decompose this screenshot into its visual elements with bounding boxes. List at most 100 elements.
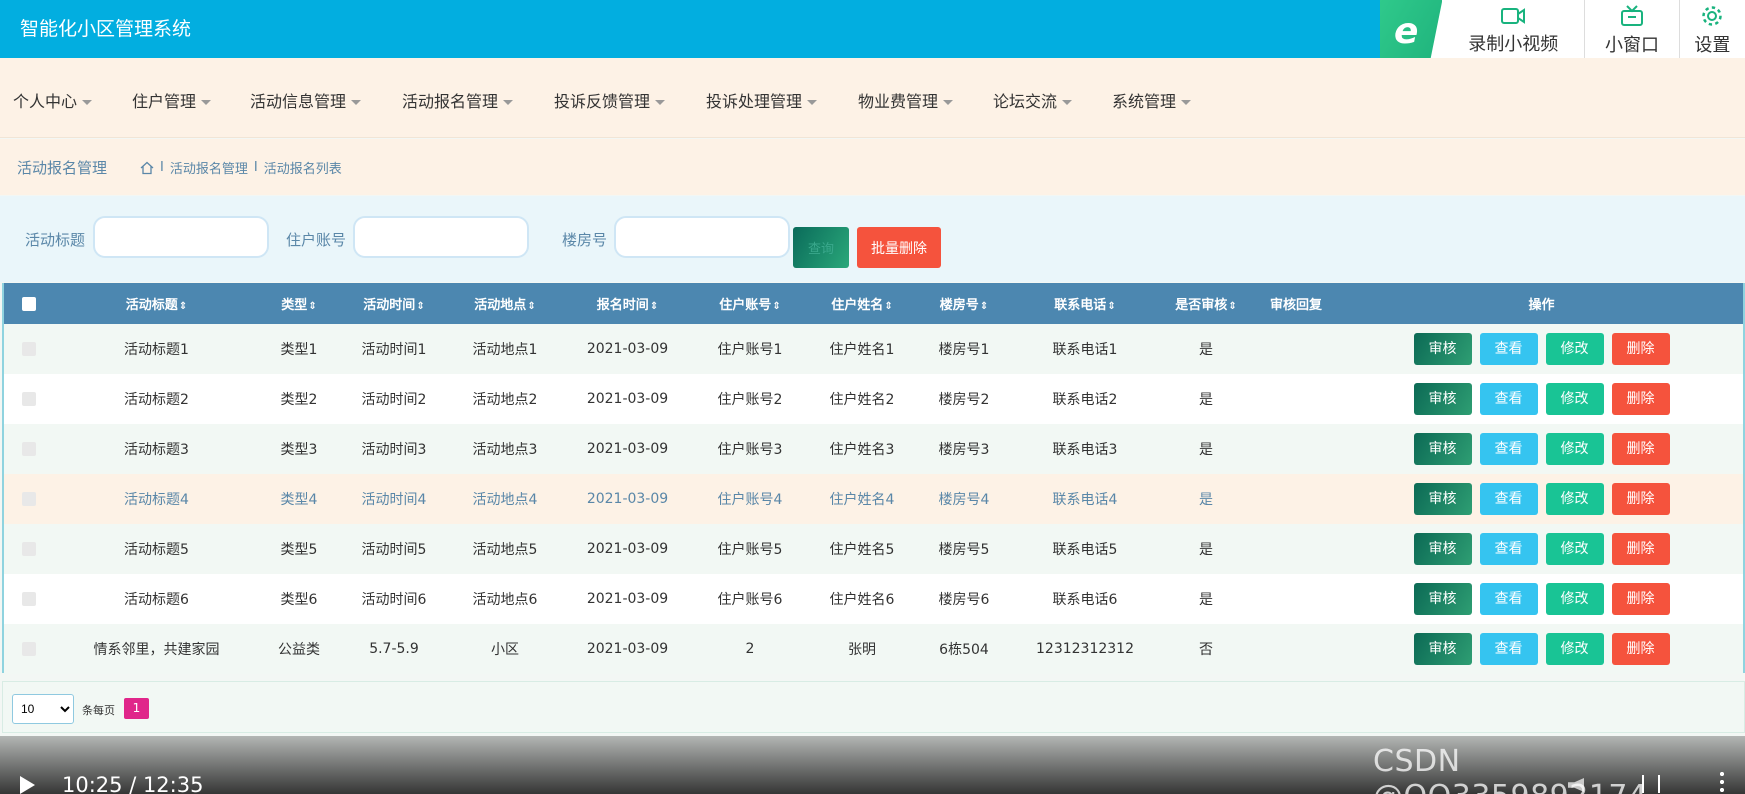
row-checkbox[interactable] (22, 392, 36, 406)
edit-button[interactable]: 修改 (1545, 633, 1604, 665)
view-button[interactable]: 查看 (1479, 633, 1538, 665)
audit-button[interactable]: 审核 (1413, 533, 1472, 565)
table-cell: 活动地点2 (472, 392, 538, 408)
row-checkbox[interactable] (22, 442, 36, 456)
audit-button[interactable]: 审核 (1413, 383, 1472, 415)
row-checkbox-cell[interactable] (4, 374, 54, 424)
delete-button[interactable]: 删除 (1611, 483, 1670, 515)
column-header[interactable]: 类型⇕ (259, 283, 339, 324)
table-cell: 2021-03-09 (586, 641, 669, 657)
row-checkbox[interactable] (22, 492, 36, 506)
view-button[interactable]: 查看 (1479, 483, 1538, 515)
delete-button[interactable]: 删除 (1611, 333, 1670, 365)
row-checkbox[interactable] (22, 342, 36, 356)
row-checkbox[interactable] (22, 642, 36, 656)
table-cell: 活动时间5 (361, 542, 427, 558)
nav-resident-management[interactable]: 住户管理 (132, 88, 212, 112)
table-cell: 住户账号1 (717, 342, 783, 358)
nav-activity-info[interactable]: 活动信息管理 (250, 88, 362, 112)
edit-button[interactable]: 修改 (1545, 483, 1604, 515)
building-number-input[interactable] (614, 216, 790, 258)
record-video-button[interactable]: 录制小视频 (1442, 0, 1584, 62)
nav-property-fee[interactable]: 物业费管理 (858, 88, 954, 112)
table-cell: 2021-03-09 (586, 391, 669, 407)
select-all-checkbox-cell[interactable] (4, 283, 54, 324)
home-icon[interactable] (140, 161, 154, 175)
view-button[interactable]: 查看 (1479, 533, 1538, 565)
column-header[interactable]: 活动地点⇕ (449, 283, 561, 324)
edit-button[interactable]: 修改 (1545, 333, 1604, 365)
search-button[interactable]: 查询 (793, 227, 849, 268)
table-cell: 类型4 (280, 492, 318, 508)
row-checkbox-cell[interactable] (4, 624, 54, 674)
audit-button[interactable]: 审核 (1413, 633, 1472, 665)
edit-button[interactable]: 修改 (1545, 433, 1604, 465)
delete-button[interactable]: 删除 (1611, 383, 1670, 415)
sort-icon: ⇕ (1107, 301, 1116, 312)
delete-button[interactable]: 删除 (1611, 583, 1670, 615)
audit-button[interactable]: 审核 (1413, 433, 1472, 465)
table-cell (1252, 574, 1340, 624)
nav-complaint-feedback[interactable]: 投诉反馈管理 (554, 88, 666, 112)
audit-button[interactable]: 审核 (1413, 583, 1472, 615)
delete-button[interactable]: 删除 (1611, 433, 1670, 465)
play-icon[interactable] (20, 776, 35, 794)
view-button[interactable]: 查看 (1479, 583, 1538, 615)
table-cell: 是 (1199, 542, 1213, 558)
row-checkbox-cell[interactable] (4, 474, 54, 524)
watermark: CSDN @QQ3359892174 (1373, 744, 1647, 794)
column-header[interactable]: 活动时间⇕ (339, 283, 449, 324)
breadcrumb-item[interactable]: 活动报名管理 (170, 158, 248, 177)
row-checkbox-cell[interactable] (4, 574, 54, 624)
row-checkbox-cell[interactable] (4, 324, 54, 374)
view-button[interactable]: 查看 (1479, 333, 1538, 365)
select-all-checkbox[interactable] (22, 296, 36, 311)
resident-account-input[interactable] (353, 216, 529, 258)
view-button[interactable]: 查看 (1479, 383, 1538, 415)
row-checkbox[interactable] (22, 592, 36, 606)
nav-complaint-handling[interactable]: 投诉处理管理 (706, 88, 818, 112)
table-cell: 公益类 (278, 642, 320, 658)
column-header[interactable]: 是否审核⇕ (1160, 283, 1252, 324)
edit-button[interactable]: 修改 (1545, 533, 1604, 565)
row-checkbox-cell[interactable] (4, 424, 54, 474)
delete-button[interactable]: 删除 (1611, 633, 1670, 665)
table-cell: 住户姓名4 (829, 492, 895, 508)
column-header[interactable]: 报名时间⇕ (561, 283, 694, 324)
column-header[interactable]: 活动标题⇕ (54, 283, 259, 324)
edit-button[interactable]: 修改 (1545, 583, 1604, 615)
table-cell: 是 (1199, 442, 1213, 458)
table-cell: 类型3 (280, 442, 318, 458)
delete-button[interactable]: 删除 (1611, 533, 1670, 565)
column-header: 审核回复 (1269, 298, 1322, 313)
caret-down-icon (943, 100, 954, 105)
row-checkbox-cell[interactable] (4, 524, 54, 574)
column-header[interactable]: 住户姓名⇕ (806, 283, 918, 324)
page-number-current[interactable]: 1 (124, 698, 149, 719)
table-cell: 2 (745, 641, 755, 657)
batch-delete-button[interactable]: 批量删除 (857, 227, 941, 268)
mini-window-button[interactable]: 小窗口 (1584, 0, 1679, 62)
nav-activity-signup[interactable]: 活动报名管理 (402, 88, 514, 112)
table-cell (1252, 324, 1340, 374)
column-header[interactable]: 联系电话⇕ (1010, 283, 1160, 324)
nav-personal-center[interactable]: 个人中心 (13, 88, 93, 112)
view-button[interactable]: 查看 (1479, 433, 1538, 465)
app-title: 智能化小区管理系统 (20, 18, 192, 40)
column-header[interactable]: 楼房号⇕ (918, 283, 1010, 324)
caret-down-icon (503, 100, 514, 105)
row-actions: 审核 查看 修改 删除 (1340, 324, 1743, 374)
audit-button[interactable]: 审核 (1413, 483, 1472, 515)
audit-button[interactable]: 审核 (1413, 333, 1472, 365)
search-bar: 活动标题 住户账号 楼房号 查询 批量删除 (0, 196, 1745, 282)
settings-button[interactable]: 设置 (1678, 0, 1745, 62)
tv-icon (1620, 5, 1643, 26)
table-cell: 活动标题3 (124, 442, 189, 458)
nav-forum[interactable]: 论坛交流 (993, 88, 1073, 112)
page-size-select[interactable]: 10 (12, 694, 74, 724)
column-header[interactable]: 住户账号⇕ (694, 283, 806, 324)
edit-button[interactable]: 修改 (1545, 383, 1604, 415)
activity-title-input[interactable] (93, 216, 269, 258)
row-checkbox[interactable] (22, 542, 36, 556)
nav-system-management[interactable]: 系统管理 (1112, 88, 1192, 112)
